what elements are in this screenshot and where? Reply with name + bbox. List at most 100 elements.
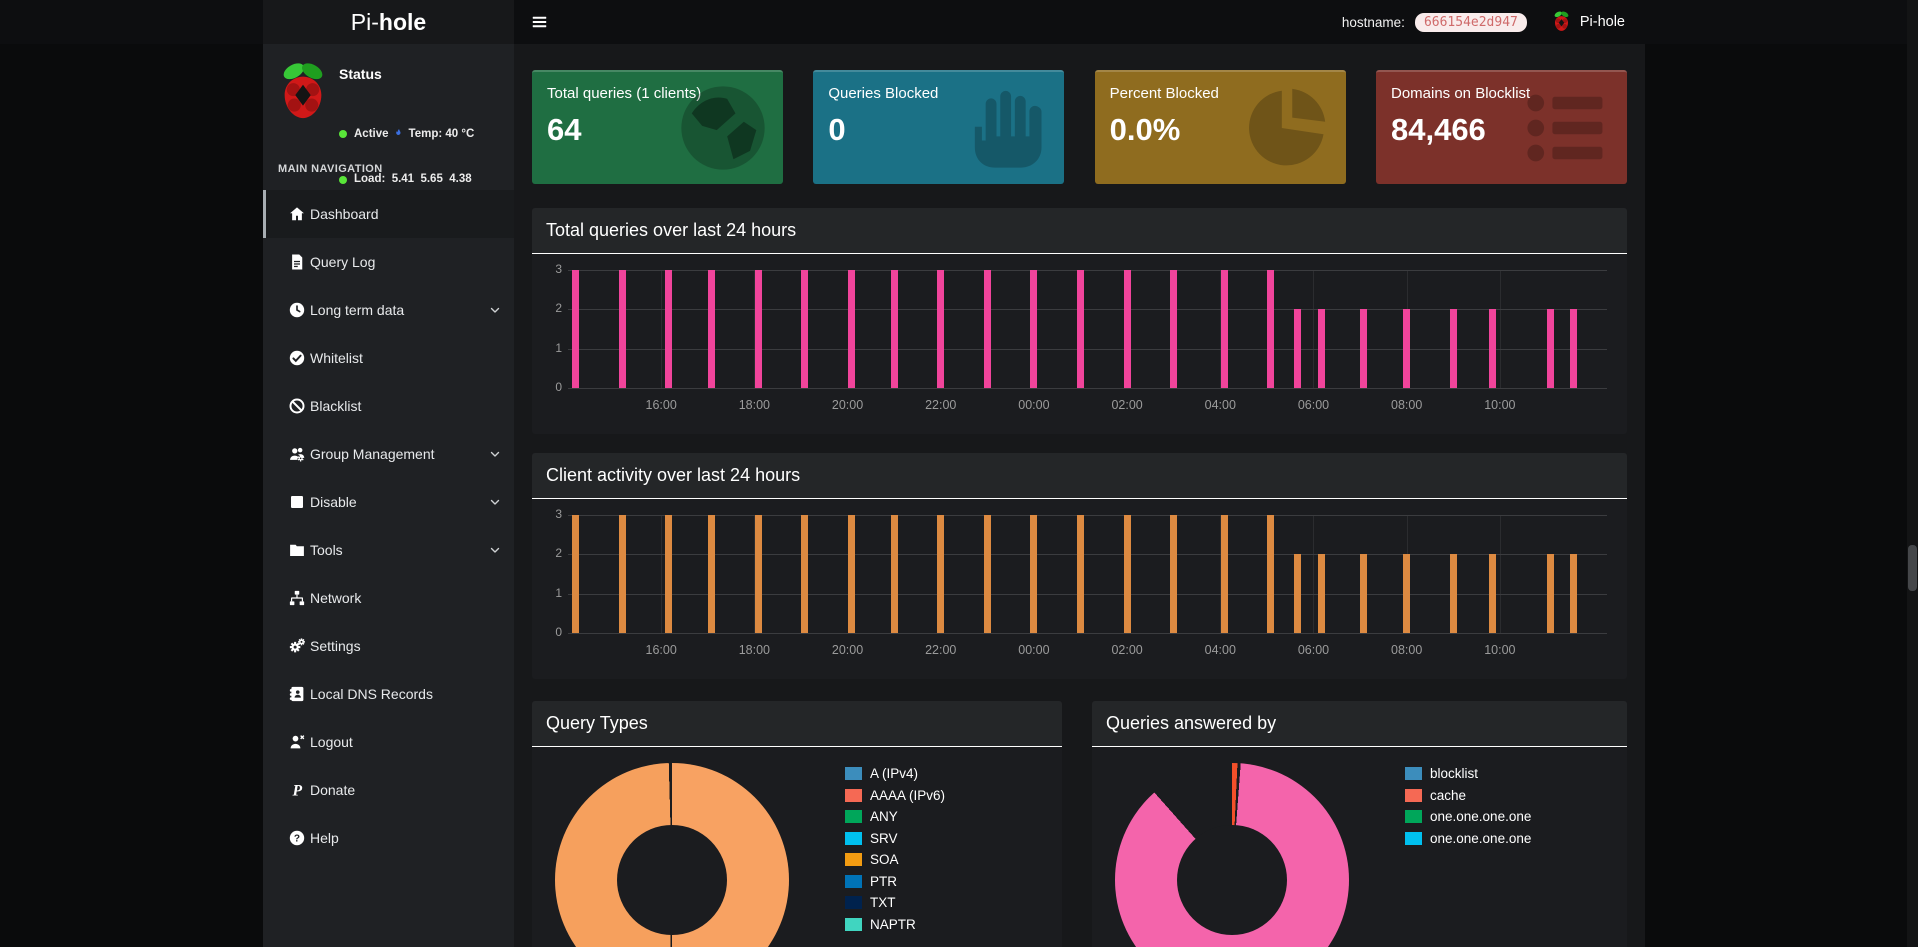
x-axis-tick-label: 16:00 (646, 398, 677, 412)
pie-chart-icon (1236, 78, 1336, 178)
client-activity-panel: Client activity over last 24 hours 16:00… (532, 453, 1627, 679)
y-axis-tick-label: 1 (534, 341, 562, 355)
x-axis-tick-label: 22:00 (925, 643, 956, 657)
sidebar-item-donate[interactable]: Donate (263, 766, 514, 814)
sidebar-item-whitelist[interactable]: Whitelist (263, 334, 514, 382)
queries-answered-legend: blocklistcache one.one.one.one one.one.one… (1405, 763, 1531, 849)
query-bar (1124, 515, 1131, 633)
legend-item-any[interactable]: ANY (845, 806, 945, 828)
legend-label: PTR (870, 874, 897, 889)
sidebar-item-group-management[interactable]: Group Management (263, 430, 514, 478)
sidebar-item-blacklist[interactable]: Blacklist (263, 382, 514, 430)
legend-item-aaaa-ipv6-[interactable]: AAAA (IPv6) (845, 785, 945, 807)
legend-item-a-ipv4-[interactable]: A (IPv4) (845, 763, 945, 785)
ban-icon (288, 397, 306, 415)
query-bar (572, 515, 579, 633)
x-axis-tick-label: 04:00 (1205, 398, 1236, 412)
query-types-panel: Query Types A (IPv4) AAAA (IPv6) ANY SRV SOA… (532, 701, 1062, 947)
sidebar-item-long-term-data[interactable]: Long term data (263, 286, 514, 334)
legend-swatch (1405, 832, 1422, 845)
panel-title: Query Types (532, 701, 1062, 746)
card-title: Percent Blocked (1110, 85, 1219, 102)
card-title: Domains on Blocklist (1391, 85, 1530, 102)
sidebar-item-network[interactable]: Network (263, 574, 514, 622)
legend-label: one.one.one.one (1430, 809, 1531, 824)
x-axis-tick-label: 02:00 (1111, 643, 1142, 657)
query-types-donut-chart[interactable] (555, 763, 789, 947)
legend-item-blocklist[interactable]: blocklist (1405, 763, 1531, 785)
client-activity-chart[interactable]: 16:0018:0020:0022:0000:0002:0004:0006:00… (568, 515, 1607, 633)
legend-label: SRV (870, 831, 898, 846)
y-gridline (568, 633, 1607, 634)
query-bar (1294, 309, 1301, 388)
y-axis-tick-label: 0 (534, 625, 562, 639)
legend-item-one-one-one-one[interactable]: one.one.one.one (1405, 806, 1531, 828)
summary-card-queries-blocked: Queries Blocked0 (813, 70, 1064, 184)
x-axis-tick-label: 10:00 (1484, 643, 1515, 657)
legend-item-srv[interactable]: SRV (845, 828, 945, 850)
pihole-dashboard: Pi-hole hostname: 666154e2d947 Pi-hole S… (0, 0, 1918, 947)
sidebar-toggle-button[interactable] (530, 13, 549, 31)
sidebar-item-logout[interactable]: Logout (263, 718, 514, 766)
query-bar (1170, 515, 1177, 633)
query-bar (1318, 309, 1325, 388)
query-bar (937, 515, 944, 633)
x-axis-tick-label: 00:00 (1018, 643, 1049, 657)
chevron-down-icon (488, 447, 502, 461)
legend-item-naptr[interactable]: NAPTR (845, 914, 945, 936)
sidebar-item-label: Disable (310, 478, 357, 526)
question-circle-icon (288, 829, 306, 847)
sidebar-item-label: Long term data (310, 286, 404, 334)
header-right: hostname: 666154e2d947 Pi-hole (1342, 0, 1625, 44)
sidebar-item-local-dns-records[interactable]: Local DNS Records (263, 670, 514, 718)
sidebar-item-label: Settings (310, 622, 361, 670)
summary-card-domains-on-blocklist: Domains on Blocklist84,466 (1376, 70, 1627, 184)
x-axis-tick-label: 06:00 (1298, 398, 1329, 412)
legend-item-txt[interactable]: TXT (845, 892, 945, 914)
sidebar-item-tools[interactable]: Tools (263, 526, 514, 574)
queries-answered-donut-chart[interactable] (1115, 763, 1349, 947)
legend-item-soa[interactable]: SOA (845, 849, 945, 871)
y-axis-tick-label: 0 (534, 380, 562, 394)
y-axis-tick-label: 3 (534, 507, 562, 521)
total-queries-chart[interactable]: 16:0018:0020:0022:0000:0002:0004:0006:00… (568, 270, 1607, 388)
x-axis-tick-label: 08:00 (1391, 398, 1422, 412)
y-gridline (568, 515, 1607, 516)
legend-swatch (845, 853, 862, 866)
sidebar-item-query-log[interactable]: Query Log (263, 238, 514, 286)
sidebar: Status ActiveTemp: 40 °C Load: 5.41 5.65… (263, 44, 514, 947)
x-axis-tick-label: 20:00 (832, 643, 863, 657)
scrollbar-thumb[interactable] (1908, 545, 1917, 591)
query-bar (891, 270, 898, 388)
legend-swatch (845, 832, 862, 845)
legend-item-one-one-one-one[interactable]: one.one.one.one (1405, 828, 1531, 850)
sidebar-item-help[interactable]: Help (263, 814, 514, 862)
users-gear-icon (288, 445, 306, 463)
y-axis-tick-label: 2 (534, 546, 562, 560)
status-dot-icon (339, 176, 347, 184)
query-bar (1489, 554, 1496, 633)
x-gridline (661, 270, 662, 388)
status-active-label: Active (354, 127, 389, 142)
query-bar (665, 270, 672, 388)
sidebar-item-label: Dashboard (310, 190, 379, 238)
legend-item-cache[interactable]: cache (1405, 785, 1531, 807)
query-bar (1570, 554, 1577, 633)
gears-icon (288, 637, 306, 655)
y-gridline (568, 270, 1607, 271)
user-logout-icon (288, 733, 306, 751)
sidebar-item-dashboard[interactable]: Dashboard (263, 190, 514, 238)
sidebar-item-label: Local DNS Records (310, 670, 433, 718)
legend-label: AAAA (IPv6) (870, 788, 945, 803)
query-bar (801, 515, 808, 633)
legend-item-ptr[interactable]: PTR (845, 871, 945, 893)
page-scrollbar[interactable] (1907, 0, 1918, 947)
sidebar-item-settings[interactable]: Settings (263, 622, 514, 670)
query-types-legend: A (IPv4) AAAA (IPv6) ANY SRV SOA PTR TXTNAPTR (845, 763, 945, 935)
query-bar (1294, 554, 1301, 633)
sidebar-item-disable[interactable]: Disable (263, 478, 514, 526)
query-bar (984, 515, 991, 633)
query-bar (1267, 515, 1274, 633)
content-area: Total queries (1 clients)64Queries Block… (514, 44, 1645, 947)
x-gridline (1313, 515, 1314, 633)
